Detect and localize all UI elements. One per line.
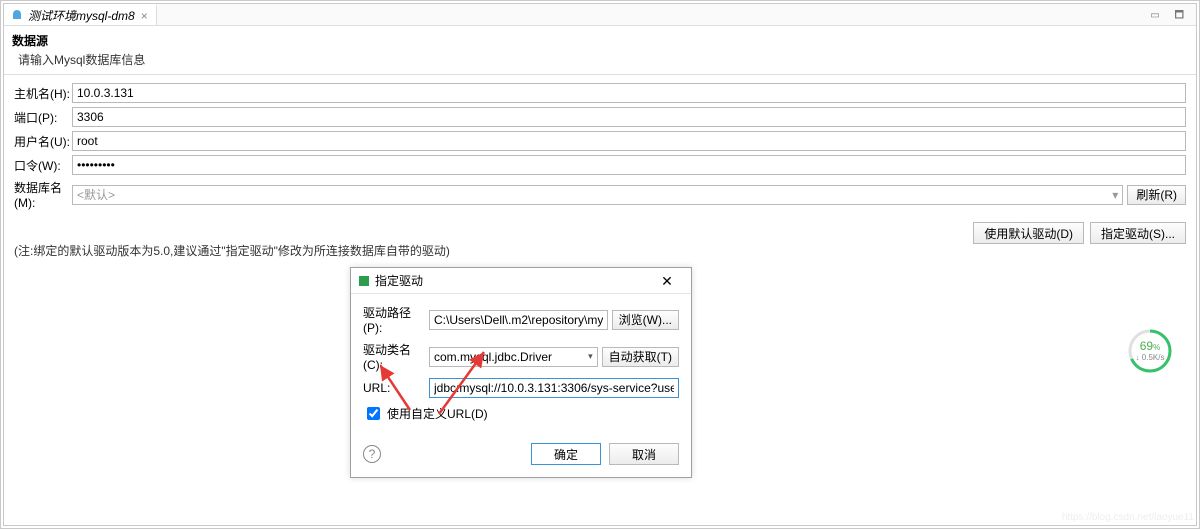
progress-rate: ↓ 0.5K/s — [1126, 353, 1174, 362]
watermark: https://blog.csdn.net/laoyue11 — [1062, 512, 1194, 523]
section-subtitle: 请输入Mysql数据库信息 — [4, 51, 1196, 75]
progress-percent: 69% — [1126, 339, 1174, 353]
url-label: URL: — [363, 381, 429, 395]
dbname-value: <默认> — [77, 186, 115, 203]
dbname-label: 数据库名(M): — [14, 179, 72, 210]
tab-close-icon[interactable]: × — [141, 9, 148, 23]
password-input[interactable] — [72, 155, 1186, 175]
user-input[interactable] — [72, 131, 1186, 151]
driver-class-select[interactable]: com.mysql.jdbc.Driver ▾ — [429, 347, 598, 367]
data-source-form: 主机名(H): 端口(P): 用户名(U): 口令(W): 数据库名(M): <… — [4, 75, 1196, 210]
tab-title: 测试环境mysql-dm8 — [28, 7, 135, 24]
db-tab-icon — [10, 9, 24, 23]
refresh-button[interactable]: 刷新(R) — [1127, 185, 1186, 205]
host-label: 主机名(H): — [14, 85, 72, 102]
cancel-button[interactable]: 取消 — [609, 443, 679, 465]
url-input[interactable] — [429, 378, 679, 398]
window-controls[interactable]: ▭ 🗖 — [1150, 8, 1190, 25]
section-title: 数据源 — [4, 26, 1196, 51]
password-label: 口令(W): — [14, 157, 72, 174]
use-default-driver-button[interactable]: 使用默认驱动(D) — [973, 222, 1084, 244]
driver-path-input[interactable] — [429, 310, 608, 330]
use-custom-url-checkbox[interactable] — [367, 407, 380, 420]
driver-class-value: com.mysql.jdbc.Driver — [434, 350, 552, 364]
browse-button[interactable]: 浏览(W)... — [612, 310, 679, 330]
port-input[interactable] — [72, 107, 1186, 127]
ok-button[interactable]: 确定 — [531, 443, 601, 465]
driver-path-label: 驱动路径(P): — [363, 304, 429, 335]
auto-fetch-button[interactable]: 自动获取(T) — [602, 347, 679, 367]
driver-dialog-icon — [357, 274, 371, 288]
tab-bar: 测试环境mysql-dm8 × ▭ 🗖 — [4, 4, 1196, 26]
chevron-down-icon: ▾ — [1112, 188, 1118, 202]
dialog-title: 指定驱动 — [375, 272, 649, 289]
dialog-titlebar[interactable]: 指定驱动 ✕ — [351, 268, 691, 294]
dialog-close-icon[interactable]: ✕ — [649, 270, 685, 292]
dbname-select[interactable]: <默认> ▾ — [72, 185, 1123, 205]
editor-tab[interactable]: 测试环境mysql-dm8 × — [4, 4, 157, 25]
progress-ring: 69% ↓ 0.5K/s — [1126, 327, 1174, 375]
use-custom-url-label: 使用自定义URL(D) — [387, 405, 488, 422]
driver-class-label: 驱动类名(C): — [363, 341, 429, 372]
specify-driver-button[interactable]: 指定驱动(S)... — [1090, 222, 1186, 244]
chevron-down-icon: ▾ — [588, 351, 593, 362]
help-icon[interactable]: ? — [363, 445, 381, 463]
user-label: 用户名(U): — [14, 133, 72, 150]
specify-driver-dialog: 指定驱动 ✕ 驱动路径(P): 浏览(W)... 驱动类名(C): com.my… — [350, 267, 692, 478]
port-label: 端口(P): — [14, 109, 72, 126]
host-input[interactable] — [72, 83, 1186, 103]
